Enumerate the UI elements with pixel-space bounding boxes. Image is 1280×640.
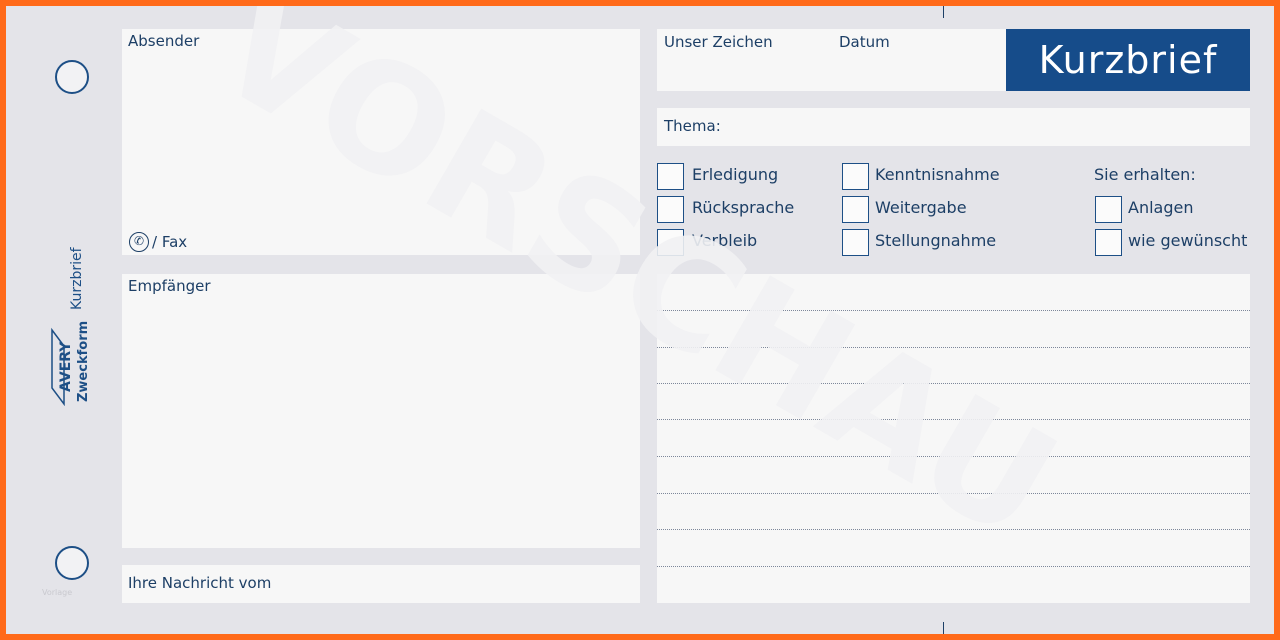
checkbox-label-kenntnisnahme: Kenntnisnahme — [875, 165, 1000, 184]
corner-note: Vorlage — [42, 588, 73, 597]
fold-mark-top — [943, 6, 944, 18]
fold-mark-bottom — [943, 622, 944, 634]
side-label: Kurzbrief — [69, 247, 85, 310]
checkbox-label-erledigung: Erledigung — [692, 165, 779, 184]
checkbox-weitergabe[interactable] — [842, 196, 869, 223]
zeichen-datum-field[interactable]: Unser Zeichen Datum — [657, 29, 1007, 91]
sie-erhalten-label: Sie erhalten: — [1094, 165, 1196, 184]
unser-zeichen-label: Unser Zeichen — [664, 33, 773, 51]
writing-line — [657, 566, 1250, 567]
checkbox-label-anlagen: Anlagen — [1128, 198, 1194, 217]
brand-line-avery: AVERY — [58, 341, 74, 392]
checkbox-erledigung[interactable] — [657, 163, 684, 190]
empfaenger-label: Empfänger — [128, 277, 211, 295]
thema-field[interactable]: Thema: — [657, 108, 1250, 146]
kurzbrief-form: Kurzbrief AVERY Zweckform Vorlage Absend… — [6, 6, 1274, 634]
form-title: Kurzbrief — [1006, 29, 1250, 91]
ihre-nachricht-label: Ihre Nachricht vom — [128, 574, 272, 592]
message-area[interactable] — [657, 274, 1250, 603]
empfaenger-field[interactable]: Empfänger — [122, 274, 640, 548]
avery-zweckform-logo: AVERY Zweckform — [50, 320, 100, 407]
checkbox-verbleib[interactable] — [657, 229, 684, 256]
checkbox-wie-gewuenscht[interactable] — [1095, 229, 1122, 256]
absender-label: Absender — [128, 32, 200, 50]
writing-line — [657, 419, 1250, 420]
checkbox-ruecksprache[interactable] — [657, 196, 684, 223]
checkbox-stellungnahme[interactable] — [842, 229, 869, 256]
punch-hole-top — [55, 60, 89, 94]
checkbox-label-weitergabe: Weitergabe — [875, 198, 967, 217]
checkbox-label-ruecksprache: Rücksprache — [692, 198, 795, 217]
punch-hole-bottom — [55, 546, 89, 580]
telephone-icon: ✆ — [129, 232, 149, 252]
checkbox-anlagen[interactable] — [1095, 196, 1122, 223]
writing-line — [657, 456, 1250, 457]
absender-field[interactable]: Absender ✆ / Fax — [122, 29, 640, 255]
datum-label: Datum — [839, 33, 890, 51]
fax-label: / Fax — [152, 233, 188, 251]
checkbox-label-stellungnahme: Stellungnahme — [875, 231, 997, 250]
checkbox-kenntnisnahme[interactable] — [842, 163, 869, 190]
thema-label: Thema: — [664, 117, 721, 135]
writing-line — [657, 383, 1250, 384]
writing-line — [657, 310, 1250, 311]
brand-line-zweckform: Zweckform — [76, 320, 91, 402]
writing-line — [657, 529, 1250, 530]
checkbox-label-wie-gewuenscht: wie gewünscht — [1128, 231, 1248, 250]
checkbox-label-verbleib: Verbleib — [692, 231, 758, 250]
writing-line — [657, 493, 1250, 494]
writing-line — [657, 347, 1250, 348]
ihre-nachricht-field[interactable]: Ihre Nachricht vom — [122, 565, 640, 603]
